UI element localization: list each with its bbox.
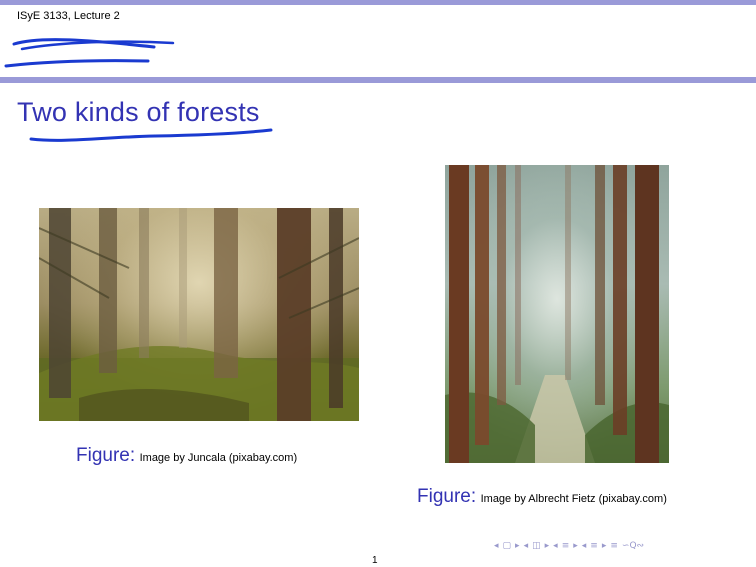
figure-caption-left: Figure: Image by Juncala (pixabay.com) — [76, 445, 297, 467]
handwritten-scribble — [4, 38, 175, 68]
nav-right-arrow-icon[interactable]: ▸ — [602, 541, 607, 551]
figure-caption-text: Image by Albrecht Fietz (pixabay.com) — [480, 493, 667, 505]
nav-align-icon[interactable]: ≡ — [610, 541, 618, 551]
nav-left-arrow-icon[interactable]: ◂ — [494, 541, 499, 551]
page-number: 1 — [372, 555, 378, 566]
figure-caption-text: Image by Juncala (pixabay.com) — [139, 452, 298, 464]
lecture-header-title: ISyE 3133, Lecture 2 — [17, 10, 120, 22]
forest-photo-tall-trees — [445, 165, 669, 463]
nav-subsection-icon[interactable]: ◫ — [532, 541, 541, 551]
nav-right-arrow-icon[interactable]: ▸ — [545, 541, 550, 551]
figure-caption-right: Figure: Image by Albrecht Fietz (pixabay… — [417, 486, 667, 508]
beamer-navigation-bar: ◂ ▢ ▸ ◂ ◫ ▸ ◂ ≡ ▸ ◂ ≡ ▸ ≡ ∽Q∾ — [494, 540, 644, 552]
handwritten-underline — [29, 128, 273, 142]
nav-left-arrow-icon[interactable]: ◂ — [582, 541, 587, 551]
header-bar — [0, 0, 756, 5]
forest-photo-misty-moss — [39, 208, 359, 421]
nav-frame-icon[interactable]: ▢ — [503, 541, 512, 551]
nav-section-icon[interactable]: ≡ — [562, 541, 570, 551]
nav-left-arrow-icon[interactable]: ◂ — [553, 541, 558, 551]
title-separator-bar — [0, 77, 756, 83]
nav-right-arrow-icon[interactable]: ▸ — [515, 541, 520, 551]
nav-left-arrow-icon[interactable]: ◂ — [524, 541, 529, 551]
nav-search-icon[interactable]: ∽Q∾ — [622, 541, 644, 551]
nav-section-icon[interactable]: ≡ — [590, 541, 598, 551]
figure-label: Figure: — [417, 486, 477, 507]
figure-label: Figure: — [76, 445, 136, 466]
nav-right-arrow-icon[interactable]: ▸ — [573, 541, 578, 551]
